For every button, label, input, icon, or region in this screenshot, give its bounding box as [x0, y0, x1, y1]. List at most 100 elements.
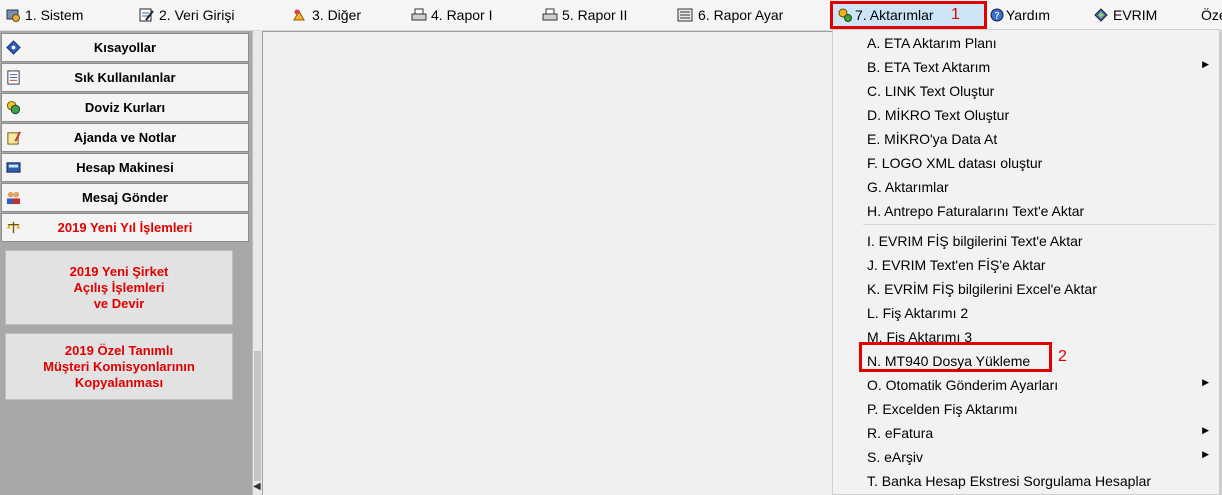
menu-item-l[interactable]: L. Fiş Aktarımı 2 — [867, 301, 968, 325]
menu-item-k[interactable]: K. EVRİM FİŞ bilgilerini Excel'e Aktar — [867, 277, 1097, 301]
main-workspace — [262, 31, 832, 495]
menu-rapor-1[interactable]: 4. Rapor I — [411, 3, 506, 27]
menu-item-s[interactable]: S. eArşiv — [867, 445, 1207, 469]
menu-sistem-label: 1. Sistem — [25, 7, 84, 23]
menu-item-h[interactable]: H. Antrepo Faturalarını Text'e Aktar — [867, 199, 1084, 223]
favorites-label: Sık Kullanılanlar — [74, 70, 176, 85]
menu-item-f-label: F. LOGO XML datası oluştur — [867, 155, 1043, 171]
menu-item-m-label: M. Fiş Aktarımı 3 — [867, 329, 973, 345]
people-icon — [6, 191, 21, 205]
menu-rapor-ayar[interactable]: 6. Rapor Ayar — [677, 3, 802, 27]
new-year-operations-button[interactable]: 2019 Yeni Yıl İşlemleri — [1, 213, 249, 242]
agenda-notes-button[interactable]: Ajanda ve Notlar — [1, 123, 249, 152]
menu-veri-girisi[interactable]: 2. Veri Girişi — [138, 3, 248, 27]
menu-ozel[interactable]: Öze — [1201, 3, 1222, 27]
menu-item-a[interactable]: A. ETA Aktarım Planı — [867, 31, 997, 55]
menu-item-n-label: N. MT940 Dosya Yükleme — [867, 353, 1031, 369]
menu-separator — [863, 224, 1215, 225]
new-year-operations-label: 2019 Yeni Yıl İşlemleri — [57, 220, 193, 235]
tools-icon — [293, 9, 305, 21]
menu-item-a-label: A. ETA Aktarım Planı — [867, 35, 997, 51]
svg-text:?: ? — [994, 11, 999, 22]
copy-commissions-button[interactable]: 2019 Özel Tanımlı Müşteri Komisyonlarını… — [5, 333, 233, 400]
menu-aktarimlar[interactable]: 7. Aktarımlar — [833, 3, 985, 27]
scales-icon — [6, 221, 21, 234]
submenu-arrow-icon: ▶ — [1202, 377, 1209, 387]
menu-item-g-label: G. Aktarımlar — [867, 179, 949, 195]
menu-item-d-label: D. MİKRO Text Oluştur — [867, 107, 1010, 123]
menu-diger-label: 3. Diğer — [312, 7, 362, 23]
calculator-icon — [6, 162, 21, 173]
menu-item-i-label: I. EVRIM FİŞ bilgilerini Text'e Aktar — [867, 233, 1083, 249]
shortcuts-button[interactable]: Kısayollar — [1, 33, 249, 62]
menu-aktarimlar-label: 7. Aktarımlar — [855, 7, 934, 23]
menu-ozel-label: Öze — [1201, 7, 1222, 23]
menu-item-e[interactable]: E. MİKRO'ya Data At — [867, 127, 997, 151]
scrollbar-thumb[interactable] — [254, 351, 261, 481]
transfer-icon — [838, 8, 852, 22]
menu-item-i[interactable]: I. EVRIM FİŞ bilgilerini Text'e Aktar — [867, 229, 1083, 253]
calculator-label: Hesap Makinesi — [76, 160, 174, 175]
menu-item-t[interactable]: T. Banka Hesap Ekstresi Sorgulama Hesapl… — [867, 469, 1151, 493]
printer-icon — [411, 8, 427, 21]
menu-item-b-label: B. ETA Text Aktarım — [867, 59, 991, 75]
send-message-button[interactable]: Mesaj Gönder — [1, 183, 249, 212]
menu-item-j[interactable]: J. EVRIM Text'en FİŞ'e Aktar — [867, 253, 1046, 277]
menu-item-c[interactable]: C. LINK Text Oluştur — [867, 79, 994, 103]
menu-item-o[interactable]: O. Otomatik Gönderim Ayarları — [867, 373, 1207, 397]
currency-icon — [6, 100, 21, 115]
menu-item-r[interactable]: R. eFatura — [867, 421, 1207, 445]
menu-sistem[interactable]: 1. Sistem — [5, 3, 95, 27]
menu-veri-girisi-label: 2. Veri Girişi — [159, 7, 235, 23]
menu-yardim-label: Yardım — [1006, 7, 1051, 23]
printer-icon — [542, 8, 558, 21]
evrim-logo-icon — [1094, 8, 1108, 22]
menu-item-p[interactable]: P. Excelden Fiş Aktarımı — [867, 397, 1018, 421]
new-company-opening-label: 2019 Yeni Şirket Açılış İşlemleri ve Dev… — [69, 263, 169, 311]
scroll-left-arrow-icon[interactable]: ◀ — [253, 481, 261, 492]
menu-item-s-label: S. eArşiv — [867, 449, 924, 465]
copy-commissions-label: 2019 Özel Tanımlı Müşteri Komisyonlarını… — [43, 342, 195, 390]
menu-item-e-label: E. MİKRO'ya Data At — [867, 131, 998, 147]
menu-item-m[interactable]: M. Fiş Aktarımı 3 — [867, 325, 972, 349]
menu-yardim[interactable]: ? Yardım — [989, 3, 1059, 27]
menu-rapor-2-label: 5. Rapor II — [562, 7, 628, 23]
notepad-icon — [7, 131, 21, 145]
menu-rapor-2[interactable]: 5. Rapor II — [542, 3, 642, 27]
menu-item-k-label: K. EVRİM FİŞ bilgilerini Excel'e Aktar — [867, 281, 1097, 297]
exchange-rates-label: Doviz Kurları — [84, 100, 166, 115]
system-icon — [6, 9, 20, 22]
menu-item-f[interactable]: F. LOGO XML datası oluştur — [867, 151, 1042, 175]
agenda-notes-label: Ajanda ve Notlar — [73, 130, 177, 145]
menu-item-p-label: P. Excelden Fiş Aktarımı — [867, 401, 1018, 417]
menu-item-n[interactable]: N. MT940 Dosya Yükleme — [867, 349, 1030, 373]
help-icon: ? — [990, 8, 1004, 22]
new-company-opening-button[interactable]: 2019 Yeni Şirket Açılış İşlemleri ve Dev… — [5, 250, 233, 325]
submenu-arrow-icon: ▶ — [1202, 59, 1209, 69]
exchange-rates-button[interactable]: Doviz Kurları — [1, 93, 249, 122]
menu-item-g[interactable]: G. Aktarımlar — [867, 175, 949, 199]
menu-evrim[interactable]: EVRIM — [1093, 3, 1163, 27]
send-message-label: Mesaj Gönder — [82, 190, 168, 205]
menu-bar: 1. Sistem 2. Veri Girişi 3. Diğer 4. Rap… — [0, 0, 1222, 31]
diamond-icon — [6, 40, 21, 55]
left-panel: Kısayollar Sık Kullanılanlar Doviz Kurla… — [0, 31, 253, 495]
menu-item-h-label: H. Antrepo Faturalarını Text'e Aktar — [867, 203, 1085, 219]
menu-item-b[interactable]: B. ETA Text Aktarım — [867, 55, 1207, 79]
menu-rapor-1-label: 4. Rapor I — [431, 7, 493, 23]
annotation-number-2: 2 — [1058, 348, 1067, 365]
menu-rapor-ayar-label: 6. Rapor Ayar — [698, 7, 784, 23]
menu-item-c-label: C. LINK Text Oluştur — [867, 83, 995, 99]
favorites-button[interactable]: Sık Kullanılanlar — [1, 63, 249, 92]
checklist-icon — [7, 70, 20, 85]
aktarimlar-dropdown-menu: A. ETA Aktarım Planı B. ETA Text Aktarım… — [832, 29, 1220, 495]
report-settings-icon — [677, 8, 693, 22]
shortcuts-label: Kısayollar — [93, 40, 157, 55]
menu-item-r-label: R. eFatura — [867, 425, 934, 441]
menu-diger[interactable]: 3. Diğer — [291, 3, 376, 27]
calculator-button[interactable]: Hesap Makinesi — [1, 153, 249, 182]
menu-item-t-label: T. Banka Hesap Ekstresi Sorgulama Hesapl… — [867, 473, 1152, 489]
submenu-arrow-icon: ▶ — [1202, 449, 1209, 459]
menu-item-l-label: L. Fiş Aktarımı 2 — [867, 305, 969, 321]
menu-item-d[interactable]: D. MİKRO Text Oluştur — [867, 103, 1009, 127]
